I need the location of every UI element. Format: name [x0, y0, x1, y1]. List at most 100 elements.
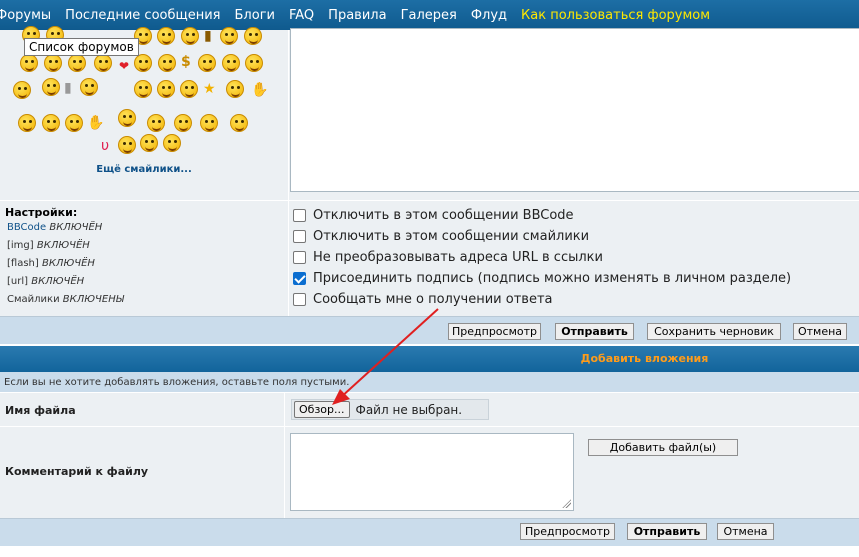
setting-key: [flash]	[7, 258, 39, 269]
option-label: Присоединить подпись (подпись можно изме…	[313, 271, 792, 286]
file-comment-label: Комментарий к файлу	[5, 465, 149, 478]
setting-value: ВКЛЮЧЁН	[41, 258, 95, 269]
nav-blogs[interactable]: Блоги	[235, 8, 275, 23]
smiley-icon[interactable]	[140, 134, 158, 152]
comment-label-cell: Комментарий к файлу	[0, 426, 284, 518]
smiley-icon[interactable]	[222, 54, 240, 72]
no-file-text: Файл не выбран.	[355, 402, 463, 417]
nav-how-to-use[interactable]: Как пользоваться форумом	[521, 8, 710, 23]
smiley-icon[interactable]	[226, 80, 244, 98]
setting-bbcode: BBCode ВКЛЮЧЁН	[7, 222, 102, 233]
attachments-header: Добавить вложения	[0, 346, 859, 372]
setting-value: ВКЛЮЧЁН	[36, 240, 90, 251]
smiley-icon[interactable]	[42, 114, 60, 132]
post-button-bar: Предпросмотр Отправить Сохранить чернови…	[0, 316, 859, 344]
nav-forums[interactable]: Форумы	[0, 8, 51, 23]
settings-panel: Настройки: BBCode ВКЛЮЧЁН [img] ВКЛЮЧЁН …	[0, 200, 288, 316]
option-no-url-parse[interactable]: Не преобразовывать адреса URL в ссылки	[293, 250, 603, 265]
option-disable-bbcode[interactable]: Отключить в этом сообщении BBCode	[293, 208, 574, 223]
smiley-icon[interactable]	[245, 54, 263, 72]
smiley-icon[interactable]	[244, 27, 262, 45]
smiley-icon[interactable]	[20, 54, 38, 72]
message-container	[289, 28, 859, 200]
checkbox[interactable]	[293, 251, 306, 264]
message-textarea[interactable]	[290, 28, 859, 192]
more-smilies-link[interactable]: Ещё смайлики...	[0, 164, 288, 175]
file-input-cell: Обзор... Файл не выбран.	[285, 392, 859, 426]
smiley-icon[interactable]	[68, 54, 86, 72]
bottom-cancel-button[interactable]: Отмена	[717, 523, 774, 540]
file-input[interactable]: Обзор... Файл не выбран.	[291, 399, 489, 420]
save-draft-button[interactable]: Сохранить черновик	[647, 323, 781, 340]
nav-gallery[interactable]: Галерея	[401, 8, 457, 23]
checkbox[interactable]	[293, 293, 306, 306]
resize-grip-icon[interactable]	[561, 498, 571, 508]
setting-url: [url] ВКЛЮЧЁН	[7, 276, 84, 287]
checkbox[interactable]	[293, 209, 306, 222]
star-icon[interactable]: ★	[203, 81, 216, 97]
smiley-icon[interactable]	[118, 109, 136, 127]
smiley-icon[interactable]	[118, 136, 136, 154]
cancel-button[interactable]: Отмена	[793, 323, 847, 340]
option-disable-smilies[interactable]: Отключить в этом сообщении смайлики	[293, 229, 589, 244]
smiley-icon[interactable]	[157, 80, 175, 98]
thumb-icon[interactable]: ✋	[251, 82, 268, 98]
cocktail-icon[interactable]: υ	[101, 138, 109, 154]
setting-key: Смайлики	[7, 294, 60, 305]
smiley-icon[interactable]	[147, 114, 165, 132]
file-comment-textarea[interactable]	[290, 433, 574, 511]
bbcode-link[interactable]: BBCode	[7, 222, 46, 233]
checkbox-checked[interactable]	[293, 272, 306, 285]
nav-rules[interactable]: Правила	[328, 8, 386, 23]
smiley-icon[interactable]	[220, 27, 238, 45]
setting-img: [img] ВКЛЮЧЁН	[7, 240, 90, 251]
smiley-icon[interactable]	[65, 114, 83, 132]
smiley-icon[interactable]	[230, 114, 248, 132]
nav-faq[interactable]: FAQ	[289, 8, 314, 23]
smiley-icon[interactable]	[157, 27, 175, 45]
option-attach-signature[interactable]: Присоединить подпись (подпись можно изме…	[293, 271, 791, 286]
options-panel: Отключить в этом сообщении BBCode Отключ…	[289, 200, 859, 316]
preview-button[interactable]: Предпросмотр	[448, 323, 541, 340]
smiley-icon[interactable]	[198, 54, 216, 72]
smiley-icon[interactable]	[163, 134, 181, 152]
bottom-preview-button[interactable]: Предпросмотр	[520, 523, 615, 540]
option-label: Отключить в этом сообщении BBCode	[313, 208, 574, 223]
comment-input-cell: Добавить файл(ы)	[285, 426, 859, 518]
smiley-icon[interactable]	[94, 54, 112, 72]
heart-icon[interactable]: ❤	[119, 60, 129, 72]
setting-key: [img]	[7, 240, 34, 251]
smiley-icon[interactable]	[200, 114, 218, 132]
setting-smilies: Смайлики ВКЛЮЧЕНЫ	[7, 294, 124, 305]
setting-flash: [flash] ВКЛЮЧЁН	[7, 258, 95, 269]
smiley-icon[interactable]	[174, 114, 192, 132]
smiley-icon[interactable]	[134, 54, 152, 72]
nav-flood[interactable]: Флуд	[471, 8, 507, 23]
smiley-icon[interactable]	[158, 54, 176, 72]
checkbox[interactable]	[293, 230, 306, 243]
smiley-icon[interactable]	[181, 27, 199, 45]
bottom-submit-button[interactable]: Отправить	[627, 523, 707, 540]
tooltip: Список форумов	[24, 38, 139, 56]
smiley-icon[interactable]	[80, 78, 98, 96]
settings-title: Настройки:	[5, 206, 78, 219]
smiley-icon[interactable]	[18, 114, 36, 132]
hand-icon[interactable]: ✋	[87, 115, 104, 131]
setting-value: ВКЛЮЧЁН	[49, 222, 103, 233]
smiley-icon[interactable]	[42, 78, 60, 96]
top-nav: Форумы Последние сообщения Блоги FAQ Пра…	[0, 0, 859, 30]
smiley-icon[interactable]	[134, 80, 152, 98]
dollar-icon[interactable]: $	[181, 54, 191, 70]
add-file-button[interactable]: Добавить файл(ы)	[588, 439, 738, 456]
bottle-icon[interactable]: ▮	[204, 28, 212, 44]
browse-button[interactable]: Обзор...	[294, 401, 350, 418]
smiley-icon[interactable]	[180, 80, 198, 98]
nav-latest-posts[interactable]: Последние сообщения	[65, 8, 220, 23]
glass-icon[interactable]: ▮	[64, 80, 72, 96]
bottom-button-bar: Предпросмотр Отправить Отмена	[0, 518, 859, 546]
smiley-icon[interactable]	[13, 81, 31, 99]
option-notify-reply[interactable]: Сообщать мне о получении ответа	[293, 292, 553, 307]
submit-button[interactable]: Отправить	[555, 323, 634, 340]
smiley-icon[interactable]	[44, 54, 62, 72]
option-label: Не преобразовывать адреса URL в ссылки	[313, 250, 603, 265]
